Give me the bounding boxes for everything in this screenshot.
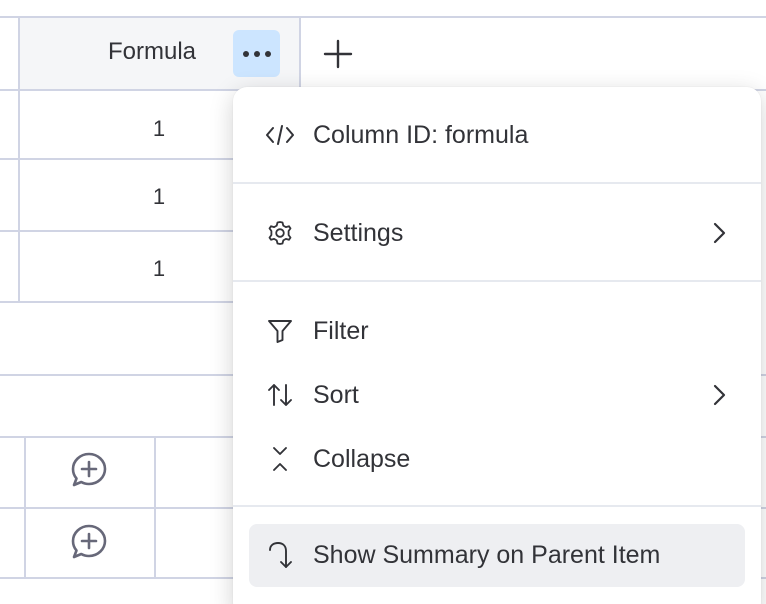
menu-divider: [233, 505, 761, 507]
add-update-button[interactable]: [69, 522, 109, 562]
grid-line: [299, 16, 301, 90]
formula-cell[interactable]: 1: [129, 256, 189, 282]
sort-icon: [263, 378, 297, 412]
menu-item-sort[interactable]: Sort: [249, 369, 745, 421]
add-update-button[interactable]: [69, 450, 109, 490]
menu-item-settings[interactable]: Settings: [249, 207, 745, 259]
code-icon: [263, 118, 297, 152]
menu-item-label: Collapse: [313, 444, 411, 473]
more-dots-icon: [242, 50, 271, 57]
grid-line: [18, 16, 20, 303]
filter-icon: [263, 314, 297, 348]
column-title[interactable]: Formula: [108, 38, 196, 66]
menu-item-label: Show Summary on Parent Item: [313, 541, 661, 569]
collapse-icon: [263, 442, 297, 476]
add-column-button[interactable]: [318, 36, 358, 72]
menu-item-label: Filter: [313, 316, 369, 345]
chat-plus-icon: [71, 524, 107, 559]
menu-item-column-id[interactable]: Column ID: formula: [249, 109, 745, 161]
menu-item-label: Column ID: formula: [313, 120, 529, 149]
formula-cell[interactable]: 1: [129, 184, 189, 210]
menu-item-label: Sort: [313, 380, 359, 409]
menu-item-label: Settings: [313, 218, 404, 247]
menu-item-collapse[interactable]: Collapse: [249, 433, 745, 485]
chat-plus-icon: [71, 452, 107, 487]
column-options-menu: Column ID: formula Settings Filter Sort …: [233, 87, 761, 604]
plus-icon: [323, 39, 353, 69]
column-menu-button[interactable]: [233, 30, 280, 77]
gear-icon: [263, 216, 297, 250]
curved-arrow-icon: [263, 539, 297, 573]
chevron-right-icon: [713, 384, 726, 406]
grid-line: [0, 16, 766, 18]
menu-item-filter[interactable]: Filter: [249, 305, 745, 357]
menu-divider: [233, 182, 761, 184]
menu-divider: [233, 280, 761, 282]
chevron-right-icon: [713, 222, 726, 244]
menu-item-show-summary[interactable]: Show Summary on Parent Item: [249, 524, 745, 587]
formula-cell[interactable]: 1: [129, 116, 189, 142]
grid-line: [24, 436, 26, 579]
grid-line: [154, 436, 156, 579]
